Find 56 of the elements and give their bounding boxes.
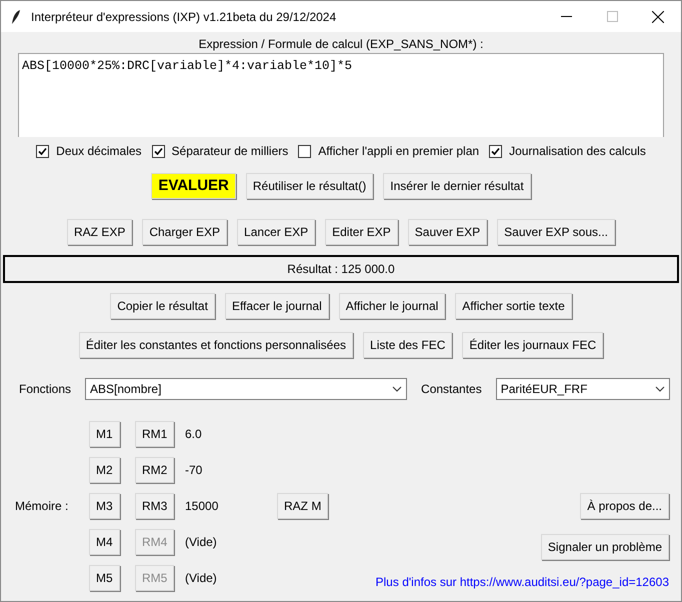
journal-button[interactable]: Effacer le journal xyxy=(224,293,329,319)
dropdown-field[interactable]: ParitéEUR_FRF xyxy=(496,378,670,400)
checkbox[interactable] xyxy=(298,144,312,158)
checkbox-label: Afficher l'appli en premier plan xyxy=(318,143,480,160)
close-icon xyxy=(652,10,664,22)
file-button[interactable]: Charger EXP xyxy=(142,219,228,245)
checkbox[interactable] xyxy=(36,144,50,158)
memory-value: 15000 xyxy=(184,498,220,515)
expression-field[interactable]: ABS[10000*25%:DRC[variable]*4:variable*10]*5 xyxy=(18,53,664,137)
expression-label: Expression / Formule de calcul (EXP_SANS_NOM*) : xyxy=(198,36,484,51)
memory-recall-button[interactable]: RM3 xyxy=(135,493,174,519)
action-button[interactable]: Réutiliser le résultat() xyxy=(246,173,374,199)
combo-label: Constantes xyxy=(421,381,482,398)
memory-value: -70 xyxy=(184,462,204,479)
window-title: Interpréteur d'expressions (IXP) v1.21beta du 29/12/2024 xyxy=(31,8,336,26)
memory-recall-button[interactable]: RM2 xyxy=(135,457,174,483)
report-button[interactable]: Signaler un problème xyxy=(540,534,669,560)
journal-button[interactable]: Copier le résultat xyxy=(110,293,215,319)
maximize-icon xyxy=(606,11,618,22)
about-button[interactable]: À propos de... xyxy=(580,493,669,519)
memory-label: Mémoire : xyxy=(15,498,70,515)
file-button[interactable]: Sauver EXP sous... xyxy=(497,219,616,245)
checkbox[interactable] xyxy=(489,144,502,158)
fec-button[interactable]: Éditer les journaux FEC xyxy=(462,332,604,358)
memory-value: (Vide) xyxy=(184,534,218,551)
feather-icon xyxy=(11,8,21,24)
chevron-down-icon xyxy=(392,386,402,392)
evaluate-button[interactable]: EVALUER xyxy=(151,173,236,199)
file-button[interactable]: Sauver EXP xyxy=(408,219,488,245)
result-bar: Résultat : 125 000.0 xyxy=(3,255,679,283)
checkbox-label: Deux décimales xyxy=(56,143,142,160)
file-button[interactable]: Editer EXP xyxy=(325,219,398,245)
memory-value: 6.0 xyxy=(184,426,203,443)
action-button[interactable]: Insérer le dernier résultat xyxy=(383,173,531,199)
memory-store-button[interactable]: M4 xyxy=(89,529,120,555)
info-link[interactable]: Plus d'infos sur https://www.auditsi.eu/?page_id=12603 xyxy=(376,575,669,589)
fec-button[interactable]: Éditer les constantes et fonctions personnalisées xyxy=(78,332,354,358)
combo-label: Fonctions xyxy=(19,381,72,398)
journal-button[interactable]: Afficher sortie texte xyxy=(455,293,572,319)
memory-store-button[interactable]: M5 xyxy=(89,565,120,591)
dropdown-field[interactable]: ABS[nombre] xyxy=(85,378,408,400)
fec-button[interactable]: Liste des FEC xyxy=(363,332,452,358)
checkbox-label: Journalisation des calculs xyxy=(509,143,646,160)
minimize-icon xyxy=(560,16,572,17)
journal-button[interactable]: Afficher le journal xyxy=(338,293,446,319)
memory-value: (Vide) xyxy=(184,570,218,587)
chevron-down-icon xyxy=(654,386,665,392)
memory-store-button[interactable]: M2 xyxy=(89,457,120,483)
file-button[interactable]: Lancer EXP xyxy=(237,219,316,245)
checkbox[interactable] xyxy=(152,144,165,158)
file-button[interactable]: RAZ EXP xyxy=(66,219,132,245)
memory-recall-button[interactable]: RM1 xyxy=(135,421,174,447)
memory-store-button[interactable]: M3 xyxy=(89,493,120,519)
memory-store-button[interactable]: M1 xyxy=(89,421,120,447)
checkbox-label: Séparateur de milliers xyxy=(172,143,288,160)
memory-reset-button[interactable]: RAZ M xyxy=(277,493,328,519)
